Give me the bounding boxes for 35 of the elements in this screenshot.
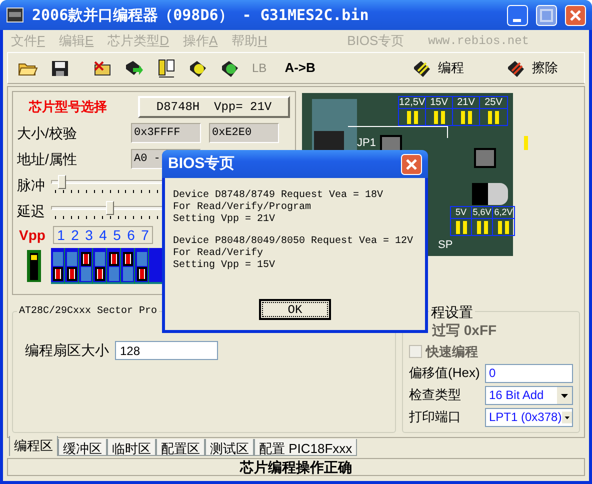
vpp-label: Vpp: [18, 226, 46, 245]
dip-number: 4: [98, 227, 108, 243]
status-bar: 芯片编程操作正确: [7, 458, 585, 476]
voltage-label: 6,2V: [493, 207, 514, 219]
dip-number: 3: [84, 227, 94, 243]
field-label: 地址/属性: [17, 150, 78, 168]
field-label: 打印端口: [409, 408, 462, 426]
dip-number: 1: [56, 227, 66, 243]
field-label: 检查类型: [409, 386, 462, 404]
window-title: 2006款并口编程器（098D6） - G31MES2C.bin: [32, 4, 369, 26]
checkbox-label: 快速编程: [426, 343, 478, 361]
field-label: 偏移值(Hex): [409, 364, 481, 382]
dialog-message: Device D8748/8749 Request Vea = 18V For Read/Verify/Program Setting Vpp = 21V: [173, 190, 384, 226]
slider-label: 延迟: [17, 202, 46, 220]
voltage-label: 15V: [426, 97, 452, 109]
readonly-field: 0x3FFFF: [131, 123, 201, 143]
dip-number: 5: [112, 227, 122, 243]
voltage-label: 5,6V: [472, 207, 492, 219]
slider-label: 脉冲: [17, 176, 46, 194]
checkbox-label: 过写 0xFF: [432, 321, 497, 340]
dip-number: 7: [140, 227, 150, 243]
dip-number: 2: [70, 227, 80, 243]
chip-select-label: 芯片型号选择: [28, 98, 108, 116]
dialog-message: Device P8048/8049/8050 Request Vea = 12V For Read/Verify Setting Vpp = 15V: [173, 236, 414, 272]
jumper-label: JP1: [357, 136, 376, 151]
voltage-label: 21V: [453, 97, 479, 109]
voltage-label: 12,5V: [399, 97, 425, 109]
dialog-title: BIOS专页: [168, 154, 236, 174]
field-label: 大小/校验: [17, 124, 78, 142]
dip-number: 6: [126, 227, 136, 243]
voltage-label: 25V: [480, 97, 507, 109]
field-label: 编程扇区大小: [25, 341, 109, 360]
voltage-label: 5V: [451, 207, 471, 219]
readonly-field: 0xE2E0: [209, 123, 279, 143]
jumper-label: SP: [438, 238, 453, 253]
